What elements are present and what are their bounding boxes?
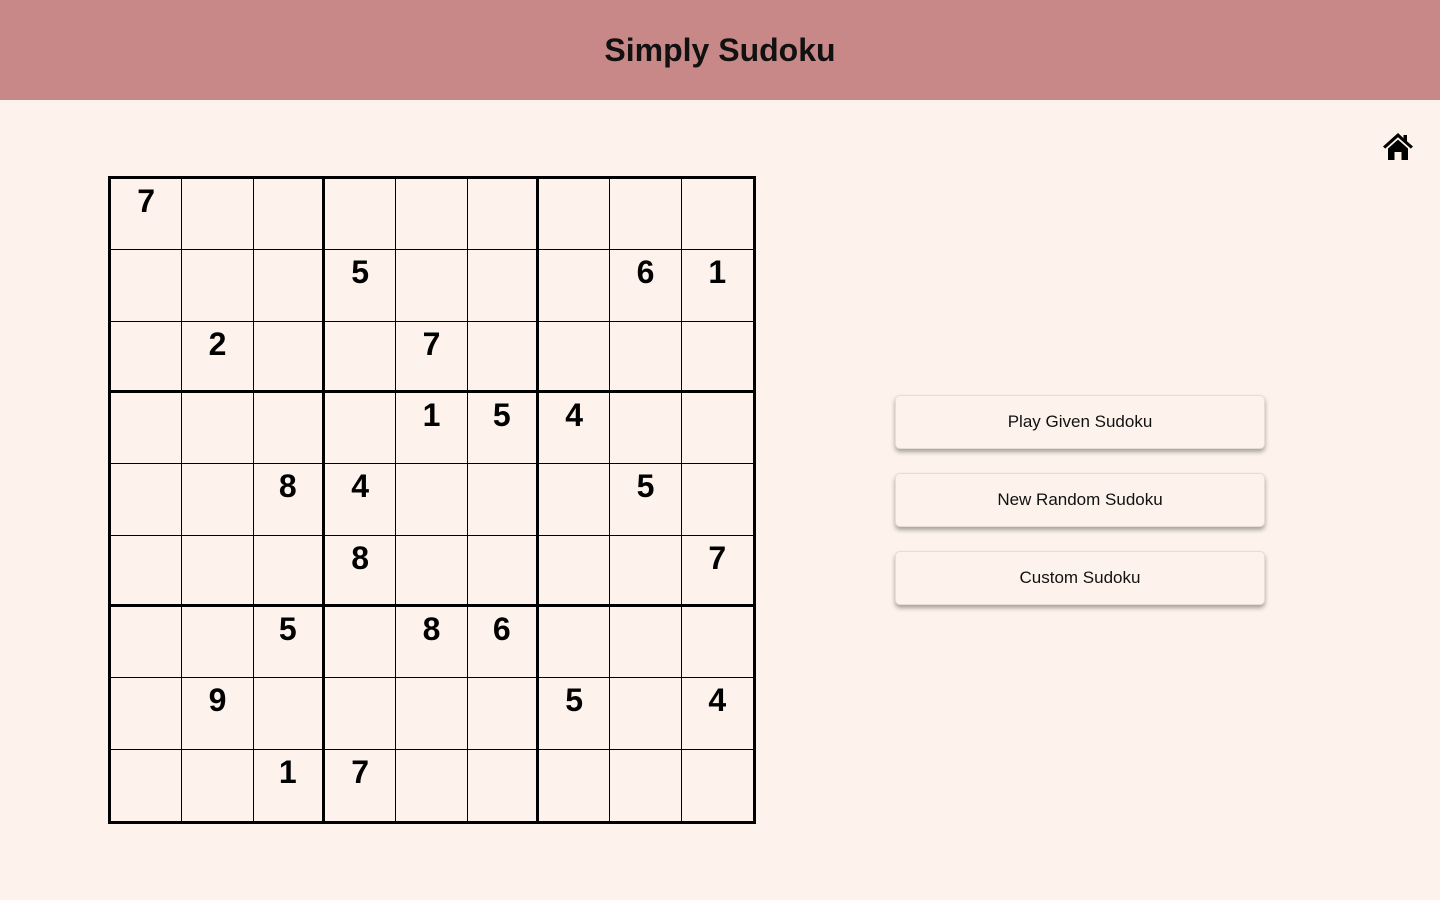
sudoku-cell[interactable]: [253, 393, 325, 465]
sudoku-cell[interactable]: [610, 393, 682, 465]
home-icon-graphic: [1383, 133, 1413, 160]
sudoku-cell[interactable]: [539, 749, 611, 821]
sudoku-cell[interactable]: [325, 393, 397, 465]
action-buttons: Play Given Sudoku New Random Sudoku Cust…: [895, 395, 1265, 629]
sudoku-cell[interactable]: [610, 749, 682, 821]
sudoku-cell[interactable]: [182, 749, 254, 821]
sudoku-cell[interactable]: [539, 464, 611, 536]
sudoku-cell[interactable]: 4: [681, 678, 753, 750]
sudoku-cell[interactable]: [182, 393, 254, 465]
sudoku-cell[interactable]: [610, 321, 682, 393]
sudoku-cell[interactable]: 7: [325, 749, 397, 821]
sudoku-cell[interactable]: [467, 321, 539, 393]
sudoku-cell[interactable]: 4: [539, 393, 611, 465]
sudoku-cell[interactable]: [681, 179, 753, 251]
custom-sudoku-button[interactable]: Custom Sudoku: [895, 551, 1265, 605]
sudoku-cell[interactable]: [539, 179, 611, 251]
sudoku-cell[interactable]: 8: [253, 464, 325, 536]
sudoku-cell[interactable]: 1: [681, 250, 753, 322]
sudoku-cell[interactable]: [610, 535, 682, 607]
sudoku-cell[interactable]: [467, 678, 539, 750]
sudoku-cell[interactable]: [681, 393, 753, 465]
home-icon[interactable]: [1382, 131, 1414, 161]
sudoku-cell[interactable]: [253, 179, 325, 251]
sudoku-cell[interactable]: [610, 678, 682, 750]
sudoku-cell[interactable]: [325, 179, 397, 251]
sudoku-cell[interactable]: 6: [610, 250, 682, 322]
sudoku-cell[interactable]: [111, 607, 183, 679]
sudoku-cell[interactable]: [396, 749, 468, 821]
sudoku-cell[interactable]: [111, 464, 183, 536]
sudoku-cell[interactable]: [681, 464, 753, 536]
sudoku-cell[interactable]: [182, 607, 254, 679]
sudoku-cell[interactable]: [467, 464, 539, 536]
sudoku-cell[interactable]: [182, 250, 254, 322]
new-random-sudoku-button[interactable]: New Random Sudoku: [895, 473, 1265, 527]
sudoku-cell[interactable]: [539, 607, 611, 679]
sudoku-cell[interactable]: 1: [254, 749, 325, 821]
sudoku-cell[interactable]: 5: [610, 464, 682, 536]
sudoku-cell[interactable]: [610, 179, 682, 251]
sudoku-cell[interactable]: 1: [396, 393, 468, 465]
header-bar: Simply Sudoku: [0, 0, 1440, 100]
sudoku-cell[interactable]: [111, 678, 183, 750]
sudoku-cell[interactable]: [182, 535, 254, 607]
page-title: Simply Sudoku: [604, 31, 836, 68]
sudoku-cell[interactable]: [396, 535, 468, 607]
sudoku-cell[interactable]: [325, 607, 397, 679]
sudoku-cell[interactable]: [539, 535, 611, 607]
sudoku-cell[interactable]: [682, 750, 753, 821]
sudoku-cell[interactable]: 7: [396, 321, 468, 393]
sudoku-cell[interactable]: [396, 179, 468, 251]
sudoku-cell[interactable]: [467, 535, 539, 607]
sudoku-cell[interactable]: [396, 464, 468, 536]
play-given-sudoku-button[interactable]: Play Given Sudoku: [895, 395, 1265, 449]
sudoku-cell[interactable]: [467, 250, 539, 322]
sudoku-cell[interactable]: 5: [467, 393, 539, 465]
sudoku-board: 7561271548458758695417: [108, 176, 756, 824]
sudoku-cell[interactable]: [182, 464, 254, 536]
sudoku-cell[interactable]: [396, 678, 468, 750]
sudoku-cell[interactable]: [253, 535, 325, 607]
sudoku-cell[interactable]: [467, 179, 539, 251]
sudoku-cell[interactable]: [111, 250, 183, 322]
sudoku-cell[interactable]: 7: [681, 536, 753, 607]
sudoku-cell[interactable]: [396, 250, 468, 322]
sudoku-cell[interactable]: [111, 535, 183, 607]
sudoku-cell[interactable]: [111, 321, 183, 393]
sudoku-cell[interactable]: [325, 321, 397, 393]
sudoku-cell[interactable]: [111, 393, 183, 465]
sudoku-cell[interactable]: 5: [539, 678, 611, 750]
sudoku-cell[interactable]: [111, 749, 183, 821]
sudoku-cell[interactable]: [539, 321, 611, 393]
sudoku-cell[interactable]: [681, 322, 753, 393]
sudoku-cell[interactable]: [681, 607, 753, 679]
sudoku-cell[interactable]: 2: [182, 321, 254, 393]
sudoku-cell[interactable]: 5: [253, 607, 325, 679]
sudoku-cell[interactable]: [610, 607, 682, 679]
sudoku-cell[interactable]: 8: [325, 535, 397, 607]
sudoku-cell[interactable]: [253, 678, 325, 750]
sudoku-cell[interactable]: 6: [467, 607, 539, 679]
sudoku-cell[interactable]: [253, 321, 325, 393]
sudoku-cell[interactable]: [182, 179, 254, 251]
sudoku-cell[interactable]: [468, 749, 539, 821]
sudoku-cell[interactable]: 9: [182, 678, 254, 750]
sudoku-cell[interactable]: 4: [325, 464, 397, 536]
sudoku-cell[interactable]: [325, 678, 397, 750]
sudoku-cell[interactable]: [253, 250, 325, 322]
sudoku-cell[interactable]: 8: [396, 607, 468, 679]
sudoku-cell[interactable]: 7: [111, 179, 183, 251]
sudoku-cell[interactable]: [539, 250, 611, 322]
sudoku-cell[interactable]: 5: [325, 250, 397, 322]
